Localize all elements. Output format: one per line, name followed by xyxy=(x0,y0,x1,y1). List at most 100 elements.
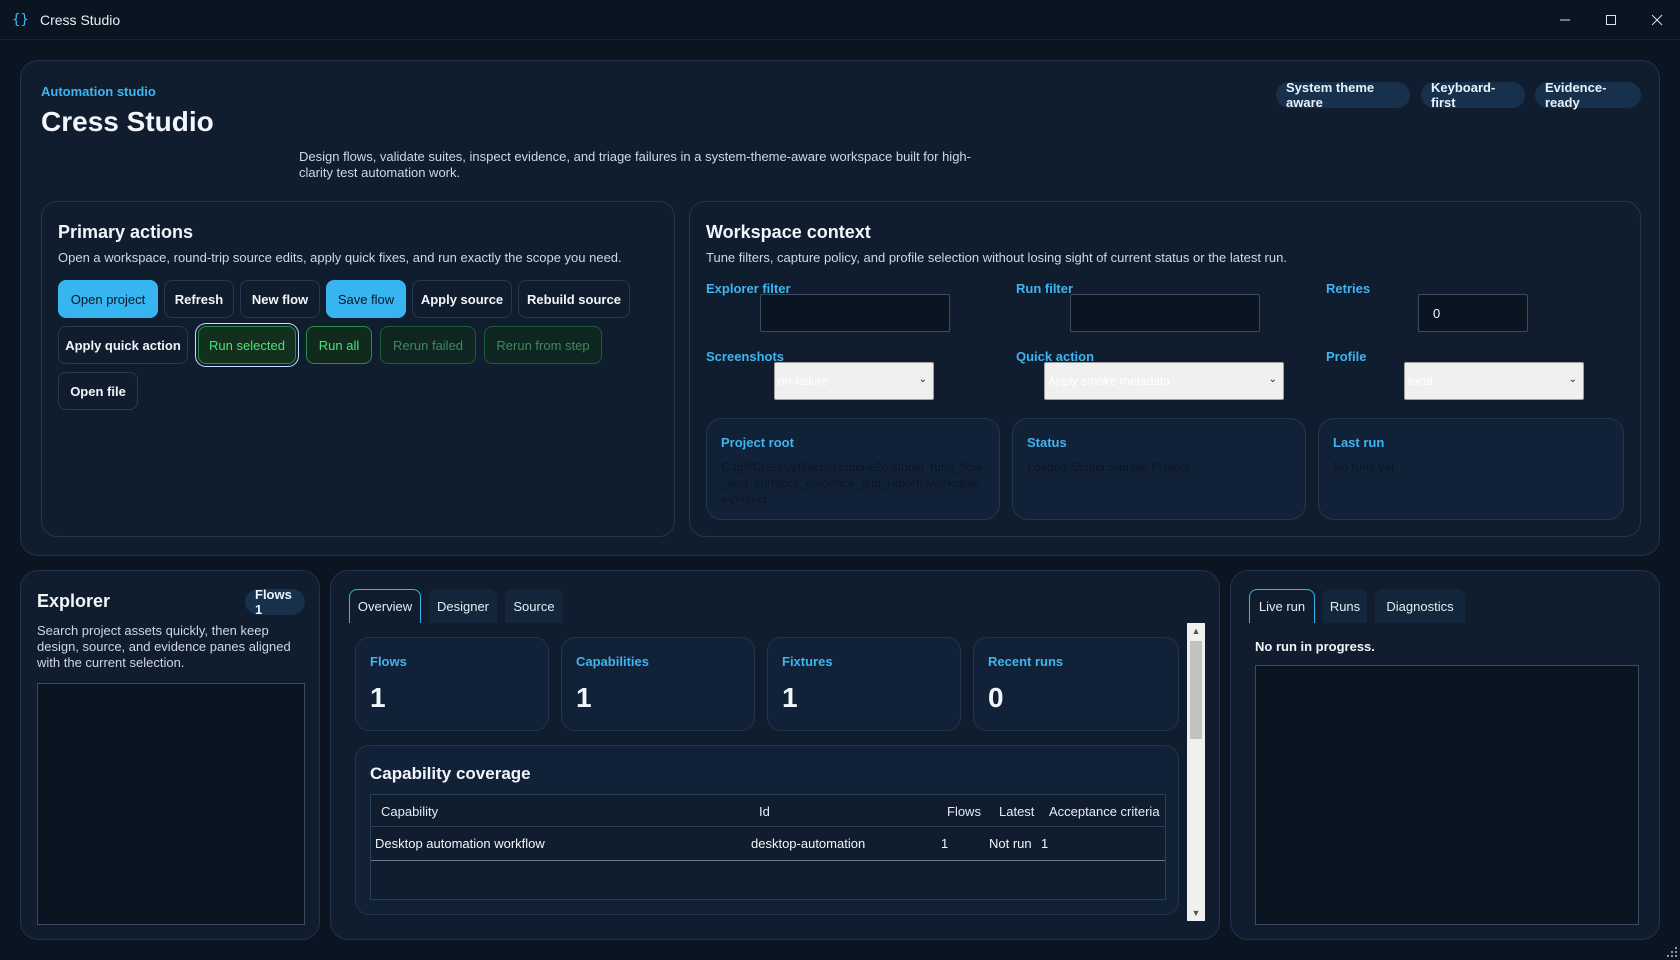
workspace-panel: Overview Designer Source Flows 1 Capabil… xyxy=(330,570,1220,940)
maximize-icon[interactable] xyxy=(1588,0,1634,40)
stat-label: Flows xyxy=(370,654,407,669)
tree-item-steps[interactable]: Steps (6) xyxy=(64,754,113,768)
chevron-down-icon: ⌄ xyxy=(918,374,927,385)
stat-card-fixtures: Fixtures 1 xyxy=(767,637,961,731)
workspace-context-subtitle: Tune filters, capture policy, and profil… xyxy=(706,250,1287,265)
rerun-from-step-button[interactable]: Rerun from step xyxy=(484,326,602,364)
apply-quick-action-button[interactable]: Apply quick action xyxy=(58,326,188,364)
rerun-failed-button[interactable]: Rerun failed xyxy=(380,326,476,364)
column-acceptance-criteria[interactable]: Acceptance criteria xyxy=(1049,804,1160,819)
stat-card-recent-runs: Recent runs 0 xyxy=(973,637,1179,731)
cell-id: desktop-automation xyxy=(751,836,866,851)
chevron-down-icon: ⌄ xyxy=(1568,374,1577,385)
stat-label: Fixtures xyxy=(782,654,833,669)
refresh-button[interactable]: Refresh xyxy=(164,280,234,318)
retries-label: Retries xyxy=(1326,281,1371,296)
live-run-log[interactable] xyxy=(1255,665,1639,925)
column-latest[interactable]: Latest xyxy=(999,804,1034,819)
page-title: Cress Studio xyxy=(41,106,214,137)
run-all-button[interactable]: Run all xyxy=(306,326,372,364)
profile-value: local xyxy=(1408,374,1433,388)
screenshots-value: on-failure xyxy=(778,374,829,388)
table-header: Capability Id Flows Latest Acceptance cr… xyxy=(371,795,1165,827)
vertical-scrollbar[interactable]: ▲ ▼ xyxy=(1187,623,1205,921)
open-project-button[interactable]: Open project xyxy=(58,280,158,318)
title-bar: {} Cress Studio xyxy=(0,0,1680,40)
last-run-card: Last run No runs yet xyxy=(1318,418,1624,520)
cell-capability: Desktop automation workflow xyxy=(375,836,545,851)
tree-item-flows[interactable]: Flows (1) xyxy=(64,694,113,708)
tree-item-capabilities[interactable]: Capabilities (1) xyxy=(64,714,144,728)
stat-card-flows: Flows 1 xyxy=(355,637,549,731)
last-run-value: No runs yet xyxy=(1333,460,1395,474)
project-root-card: Project root C:\git\Cress\artifacts\stud… xyxy=(706,418,1000,520)
hero-panel: Automation studio Cress Studio Design fl… xyxy=(20,60,1660,556)
flows-count-badge: Flows 1 xyxy=(245,587,305,617)
cell-latest: Not run xyxy=(989,836,1032,851)
scroll-thumb[interactable] xyxy=(1190,641,1202,739)
tab-runs[interactable]: Runs xyxy=(1323,589,1367,623)
explorer-tree[interactable]: Flows (1) Capabilities (1) Fixtures (1) … xyxy=(37,683,305,925)
profile-select[interactable]: local ⌄ xyxy=(1404,362,1584,400)
tab-live-run[interactable]: Live run xyxy=(1249,589,1315,623)
explorer-filter-input[interactable] xyxy=(760,294,950,332)
badge-system-theme: System theme aware xyxy=(1276,80,1410,110)
quick-action-select[interactable]: Apply smoke metadata ⌄ xyxy=(1044,362,1284,400)
scroll-down-icon[interactable]: ▼ xyxy=(1187,905,1205,921)
column-capability[interactable]: Capability xyxy=(381,804,438,819)
profile-label: Profile xyxy=(1326,349,1367,364)
run-filter-label: Run filter xyxy=(1016,281,1074,296)
capability-coverage-title: Capability coverage xyxy=(370,764,531,783)
run-filter-input[interactable] xyxy=(1070,294,1260,332)
last-run-label: Last run xyxy=(1333,435,1385,450)
status-value: Loaded Studio Sample Project. xyxy=(1027,460,1193,474)
save-flow-button[interactable]: Save flow xyxy=(326,280,406,318)
cell-acceptance-criteria: 1 xyxy=(1041,836,1049,851)
tab-diagnostics[interactable]: Diagnostics xyxy=(1375,589,1465,623)
quick-action-value: Apply smoke metadata xyxy=(1048,374,1171,388)
chevron-down-icon: ⌄ xyxy=(1268,374,1277,385)
table-row[interactable]: Desktop automation workflow desktop-auto… xyxy=(371,827,1165,861)
new-flow-button[interactable]: New flow xyxy=(240,280,320,318)
stat-value: 0 xyxy=(988,682,1004,713)
status-card: Status Loaded Studio Sample Project. xyxy=(1012,418,1306,520)
tree-item-runs[interactable]: Runs (0) xyxy=(64,774,110,788)
apply-source-button[interactable]: Apply source xyxy=(412,280,512,318)
run-panel: Live run Runs Diagnostics No run in prog… xyxy=(1230,570,1660,940)
tab-designer[interactable]: Designer xyxy=(429,589,497,623)
open-file-button[interactable]: Open file xyxy=(58,372,138,410)
status-label: Status xyxy=(1027,435,1067,450)
scroll-up-icon[interactable]: ▲ xyxy=(1187,623,1205,639)
primary-actions-subtitle: Open a workspace, round-trip source edit… xyxy=(58,250,622,265)
cell-flows: 1 xyxy=(941,836,949,851)
retries-input[interactable]: 0 xyxy=(1418,294,1528,332)
column-id[interactable]: Id xyxy=(759,804,770,819)
explorer-description: Search project assets quickly, then keep… xyxy=(37,623,291,670)
resize-grip-icon[interactable] xyxy=(1666,946,1678,958)
stat-value: 1 xyxy=(370,682,386,713)
badge-keyboard-first: Keyboard-first xyxy=(1421,80,1525,110)
capability-coverage-table[interactable]: Capability Id Flows Latest Acceptance cr… xyxy=(370,794,1166,900)
minimize-icon[interactable] xyxy=(1542,0,1588,40)
screenshots-select[interactable]: on-failure ⌄ xyxy=(774,362,934,400)
project-root-value: C:\git\Cress\artifacts\studio-e2e\studio… xyxy=(721,460,982,506)
primary-actions-title: Primary actions xyxy=(58,222,194,242)
primary-actions-panel: Primary actions Open a workspace, round-… xyxy=(41,201,675,537)
tab-overview[interactable]: Overview xyxy=(349,589,421,623)
explorer-title: Explorer xyxy=(37,591,111,611)
tree-item-fixtures[interactable]: Fixtures (1) xyxy=(64,734,125,748)
stat-value: 1 xyxy=(782,682,798,713)
close-icon[interactable] xyxy=(1634,0,1680,40)
page-description: Design flows, validate suites, inspect e… xyxy=(299,149,971,180)
tab-source[interactable]: Source xyxy=(505,589,563,623)
run-selected-button[interactable]: Run selected xyxy=(198,326,296,364)
workspace-context-title: Workspace context xyxy=(706,222,871,242)
app-logo-icon: {} xyxy=(12,11,29,28)
rebuild-source-button[interactable]: Rebuild source xyxy=(518,280,630,318)
column-flows[interactable]: Flows xyxy=(947,804,981,819)
stat-label: Recent runs xyxy=(988,654,1064,669)
capability-coverage-card: Capability coverage Capability Id Flows … xyxy=(355,745,1179,915)
run-status-text: No run in progress. xyxy=(1255,639,1375,654)
screenshots-label: Screenshots xyxy=(706,349,785,364)
page-kicker: Automation studio xyxy=(41,84,156,99)
